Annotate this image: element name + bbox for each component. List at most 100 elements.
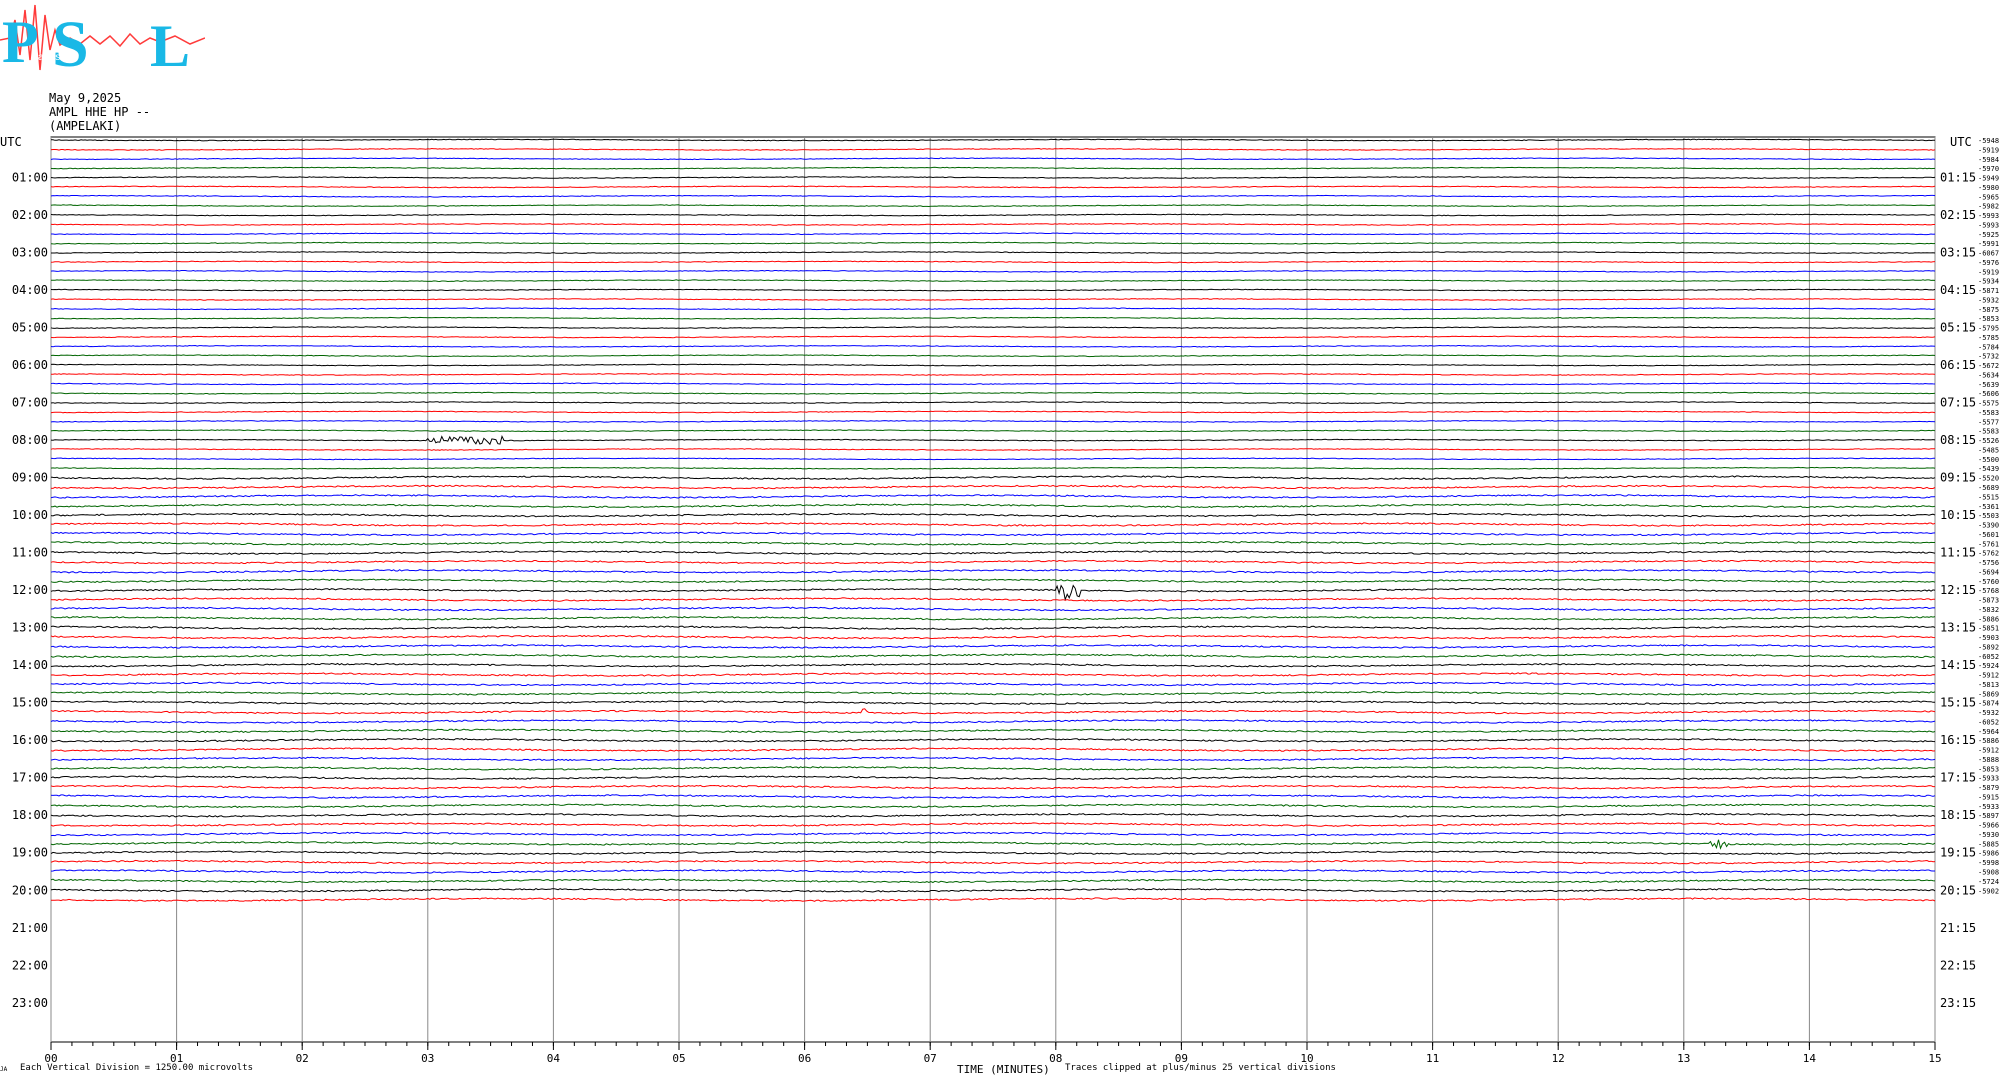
hour-label-right: 01:15 [1940,171,1976,185]
hour-label-right: 15:15 [1940,696,1976,710]
trace-offset-label: -5933 [1978,803,1999,811]
trace-offset-label: -5583 [1978,428,1999,436]
trace-line [50,653,1936,659]
trace-line [50,194,1936,198]
trace-offset-label: -5976 [1978,259,1999,267]
trace-offset-label: -5888 [1978,756,1999,764]
trace-line [50,335,1936,339]
hour-label-left: 18:00 [12,808,48,822]
trace-line [50,419,1936,423]
hour-label-left: 19:00 [12,846,48,860]
hour-label-right: 21:15 [1940,921,1976,935]
trace-offset-label: -5879 [1978,784,1999,792]
trace-offset-label: -5897 [1978,812,1999,820]
trace-offset-label: -5760 [1978,578,1999,586]
hour-label-left: 09:00 [12,471,48,485]
hour-label-left: 02:00 [12,208,48,222]
trace-offset-label: -5694 [1978,568,1999,576]
trace-line [50,869,1935,874]
hour-label-right: 02:15 [1940,208,1976,222]
trace-line [50,204,1936,208]
trace-line [50,700,1935,705]
trace-line [50,298,1935,301]
trace-line [50,176,1936,179]
trace-offset-label: -5885 [1978,840,1999,848]
trace-offset-label: -5948 [1978,137,1999,145]
trace-offset-label: -5886 [1978,615,1999,623]
corner-mark: JA [0,1066,8,1073]
hour-label-left: 17:00 [12,771,48,785]
trace-line [50,559,1936,565]
trace-offset-label: -5672 [1978,362,1999,370]
trace-line [50,531,1936,537]
hour-label-right: 11:15 [1940,546,1976,560]
hour-label-right: 18:15 [1940,808,1976,822]
hour-label-left: 20:00 [12,883,48,897]
hour-label-right: 16:15 [1940,733,1976,747]
hour-label-left: 23:00 [12,996,48,1010]
trace-line [50,784,1935,790]
trace-offset-label: -5439 [1978,465,1999,473]
trace-offset-label: -5902 [1978,887,1999,895]
hour-label-left: 21:00 [12,921,48,935]
hour-label-left: 15:00 [12,696,48,710]
trace-offset-label: -5966 [1978,822,1999,830]
hour-label-left: 10:00 [12,508,48,522]
trace-line [50,401,1936,405]
trace-offset-label: -5875 [1978,306,1999,314]
trace-line [50,147,1936,151]
trace-offset-label: -5965 [1978,193,1999,201]
trace-line [50,157,1936,161]
hour-label-left: 07:00 [12,396,48,410]
trace-line [50,625,1936,630]
utc-label-left: UTC [0,135,22,149]
trace-offset-label: -5639 [1978,381,1999,389]
trace-offset-label: -5934 [1978,278,1999,286]
hour-label-right: 22:15 [1940,958,1976,972]
trace-line [50,728,1936,734]
trace-line [50,719,1936,724]
trace-offset-label: -5361 [1978,503,1999,511]
trace-offset-label: -5924 [1978,662,1999,670]
trace-offset-label: -5915 [1978,793,1999,801]
trace-offset-label: -5500 [1978,456,1999,464]
trace-offset-label: -5785 [1978,334,1999,342]
hour-label-left: 14:00 [12,658,48,672]
trace-line [50,578,1936,584]
hour-label-right: 07:15 [1940,396,1976,410]
x-tick-label: 07 [924,1052,937,1065]
trace-offset-label: -5908 [1978,869,1999,877]
hour-label-right: 23:15 [1940,996,1976,1010]
trace-line [50,616,1936,621]
trace-line [50,307,1936,311]
trace-offset-label: -5768 [1978,587,1999,595]
x-tick-label: 15 [1928,1052,1941,1065]
trace-offset-label: -5520 [1978,475,1999,483]
x-tick-label: 13 [1677,1052,1690,1065]
trace-offset-label: -5853 [1978,765,1999,773]
trace-offset-label: -5874 [1978,700,1999,708]
trace-line [50,672,1936,677]
trace-line [50,803,1936,809]
trace-line [50,466,1936,470]
trace-offset-label: -5892 [1978,643,1999,651]
trace-line [50,691,1936,696]
x-tick-label: 06 [798,1052,811,1065]
trace-line [50,241,1936,245]
trace-offset-label: -5390 [1978,522,1999,530]
hour-label-right: 09:15 [1940,471,1976,485]
hour-label-right: 14:15 [1940,658,1976,672]
trace-line [50,831,1936,837]
trace-line [50,737,1936,743]
trace-line [51,279,1936,283]
trace-line [50,634,1936,640]
trace-offset-label: -5577 [1978,418,1999,426]
trace-offset-label: -5933 [1978,775,1999,783]
trace-line [50,484,1936,490]
hour-label-right: 04:15 [1940,283,1976,297]
trace-offset-label: -5993 [1978,212,1999,220]
trace-offset-label: -5762 [1978,550,1999,558]
hour-label-left: 16:00 [12,733,48,747]
trace-offset-label: -5925 [1978,231,1999,239]
x-tick-label: 11 [1426,1052,1439,1065]
